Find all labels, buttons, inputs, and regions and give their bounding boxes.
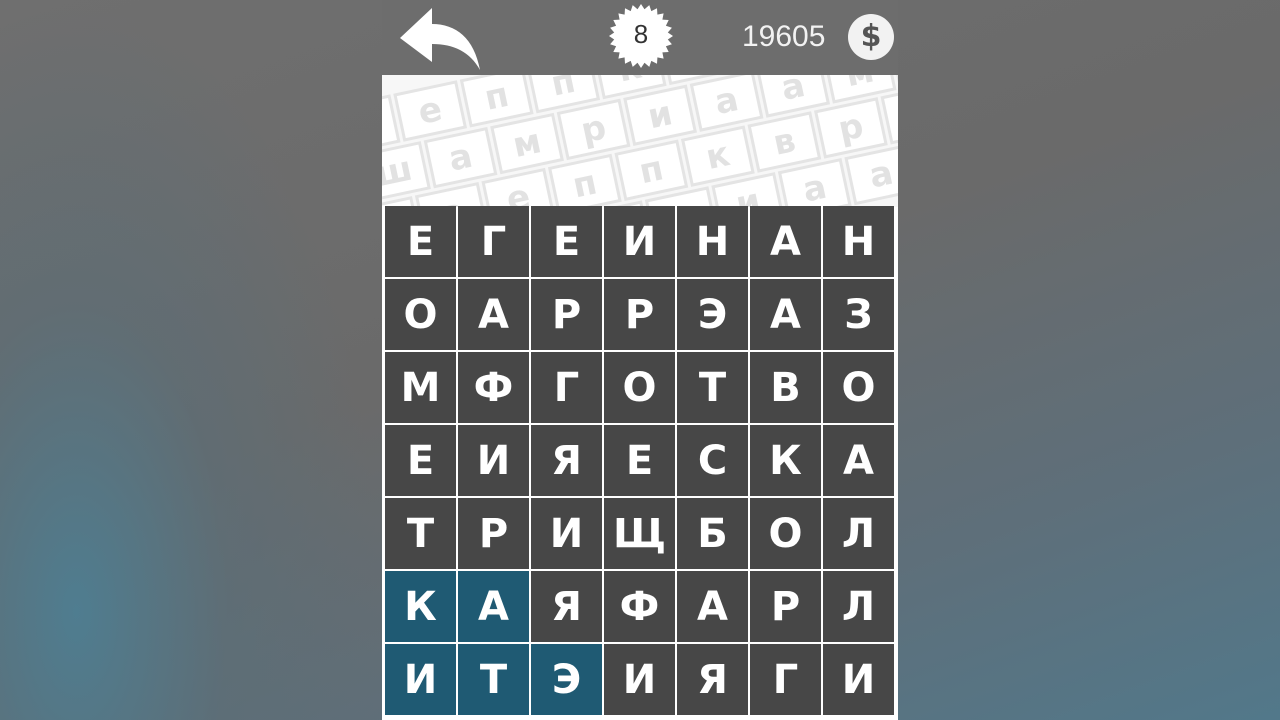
letter-cell[interactable]: Т xyxy=(677,352,748,423)
letter-cell[interactable]: И xyxy=(604,206,675,277)
letter-cell[interactable]: Щ xyxy=(604,498,675,569)
letter-cell[interactable]: Р xyxy=(458,498,529,569)
letter-cell[interactable]: Я xyxy=(677,644,748,715)
letter-cell[interactable]: Я xyxy=(531,425,602,496)
letter-cell[interactable]: Э xyxy=(531,644,602,715)
letter-cell[interactable]: Я xyxy=(531,571,602,642)
letter-cell[interactable]: Р xyxy=(531,279,602,350)
letter-cell[interactable]: Е xyxy=(531,206,602,277)
letter-cell[interactable]: В xyxy=(750,352,821,423)
letter-cell[interactable]: Э xyxy=(677,279,748,350)
letter-grid: ЕГЕИНАНОАРРЭАЗМФГОТВОЕИЯЕСКАТРИЩБОЛКАЯФА… xyxy=(385,206,894,715)
letter-cell[interactable]: А xyxy=(677,571,748,642)
letter-cell[interactable]: Н xyxy=(823,206,894,277)
letter-cell[interactable]: Ф xyxy=(458,352,529,423)
letter-cell[interactable]: А xyxy=(458,279,529,350)
dollar-coin-icon[interactable]: $ xyxy=(848,14,894,60)
decorative-letter-pattern: веппкврамшамриаамвивеппкврамшамриаам xyxy=(382,75,898,207)
letter-cell[interactable]: Т xyxy=(458,644,529,715)
letter-cell[interactable]: Е xyxy=(385,425,456,496)
back-arrow-icon xyxy=(400,8,480,70)
letter-cell[interactable]: Е xyxy=(385,206,456,277)
letter-cell[interactable]: Л xyxy=(823,571,894,642)
letter-cell[interactable]: О xyxy=(750,498,821,569)
letter-cell[interactable]: Г xyxy=(750,644,821,715)
letter-cell[interactable]: А xyxy=(750,206,821,277)
letter-cell[interactable]: З xyxy=(823,279,894,350)
letter-cell[interactable]: И xyxy=(604,644,675,715)
letter-cell[interactable]: Б xyxy=(677,498,748,569)
letter-cell[interactable]: Е xyxy=(604,425,675,496)
letter-cell[interactable]: И xyxy=(458,425,529,496)
background-blur xyxy=(0,0,382,720)
letter-cell[interactable]: О xyxy=(823,352,894,423)
letter-cell[interactable]: Г xyxy=(458,206,529,277)
letter-cell[interactable]: С xyxy=(677,425,748,496)
letter-cell[interactable]: Л xyxy=(823,498,894,569)
coin-count: 19605 xyxy=(742,20,826,53)
letter-cell[interactable]: Р xyxy=(750,571,821,642)
letter-cell[interactable]: М xyxy=(385,352,456,423)
back-button[interactable] xyxy=(398,4,484,72)
top-bar: 8 19605 $ xyxy=(382,0,898,75)
level-badge: 8 xyxy=(607,4,675,72)
letter-cell[interactable]: А xyxy=(823,425,894,496)
letter-cell[interactable]: Н xyxy=(677,206,748,277)
game-screen: 8 19605 $ веппкврамшамриаамвивеппкврамша… xyxy=(382,0,898,720)
letter-cell[interactable]: О xyxy=(385,279,456,350)
level-number: 8 xyxy=(633,19,649,49)
letter-cell[interactable]: А xyxy=(750,279,821,350)
letter-cell[interactable]: Ф xyxy=(604,571,675,642)
letter-cell[interactable]: Г xyxy=(531,352,602,423)
letter-cell[interactable]: И xyxy=(385,644,456,715)
letter-cell[interactable]: О xyxy=(604,352,675,423)
letter-cell[interactable]: Т xyxy=(385,498,456,569)
letter-cell[interactable]: К xyxy=(385,571,456,642)
letter-cell[interactable]: И xyxy=(823,644,894,715)
letter-cell[interactable]: И xyxy=(531,498,602,569)
letter-cell[interactable]: Р xyxy=(604,279,675,350)
letter-cell[interactable]: К xyxy=(750,425,821,496)
letter-cell[interactable]: А xyxy=(458,571,529,642)
